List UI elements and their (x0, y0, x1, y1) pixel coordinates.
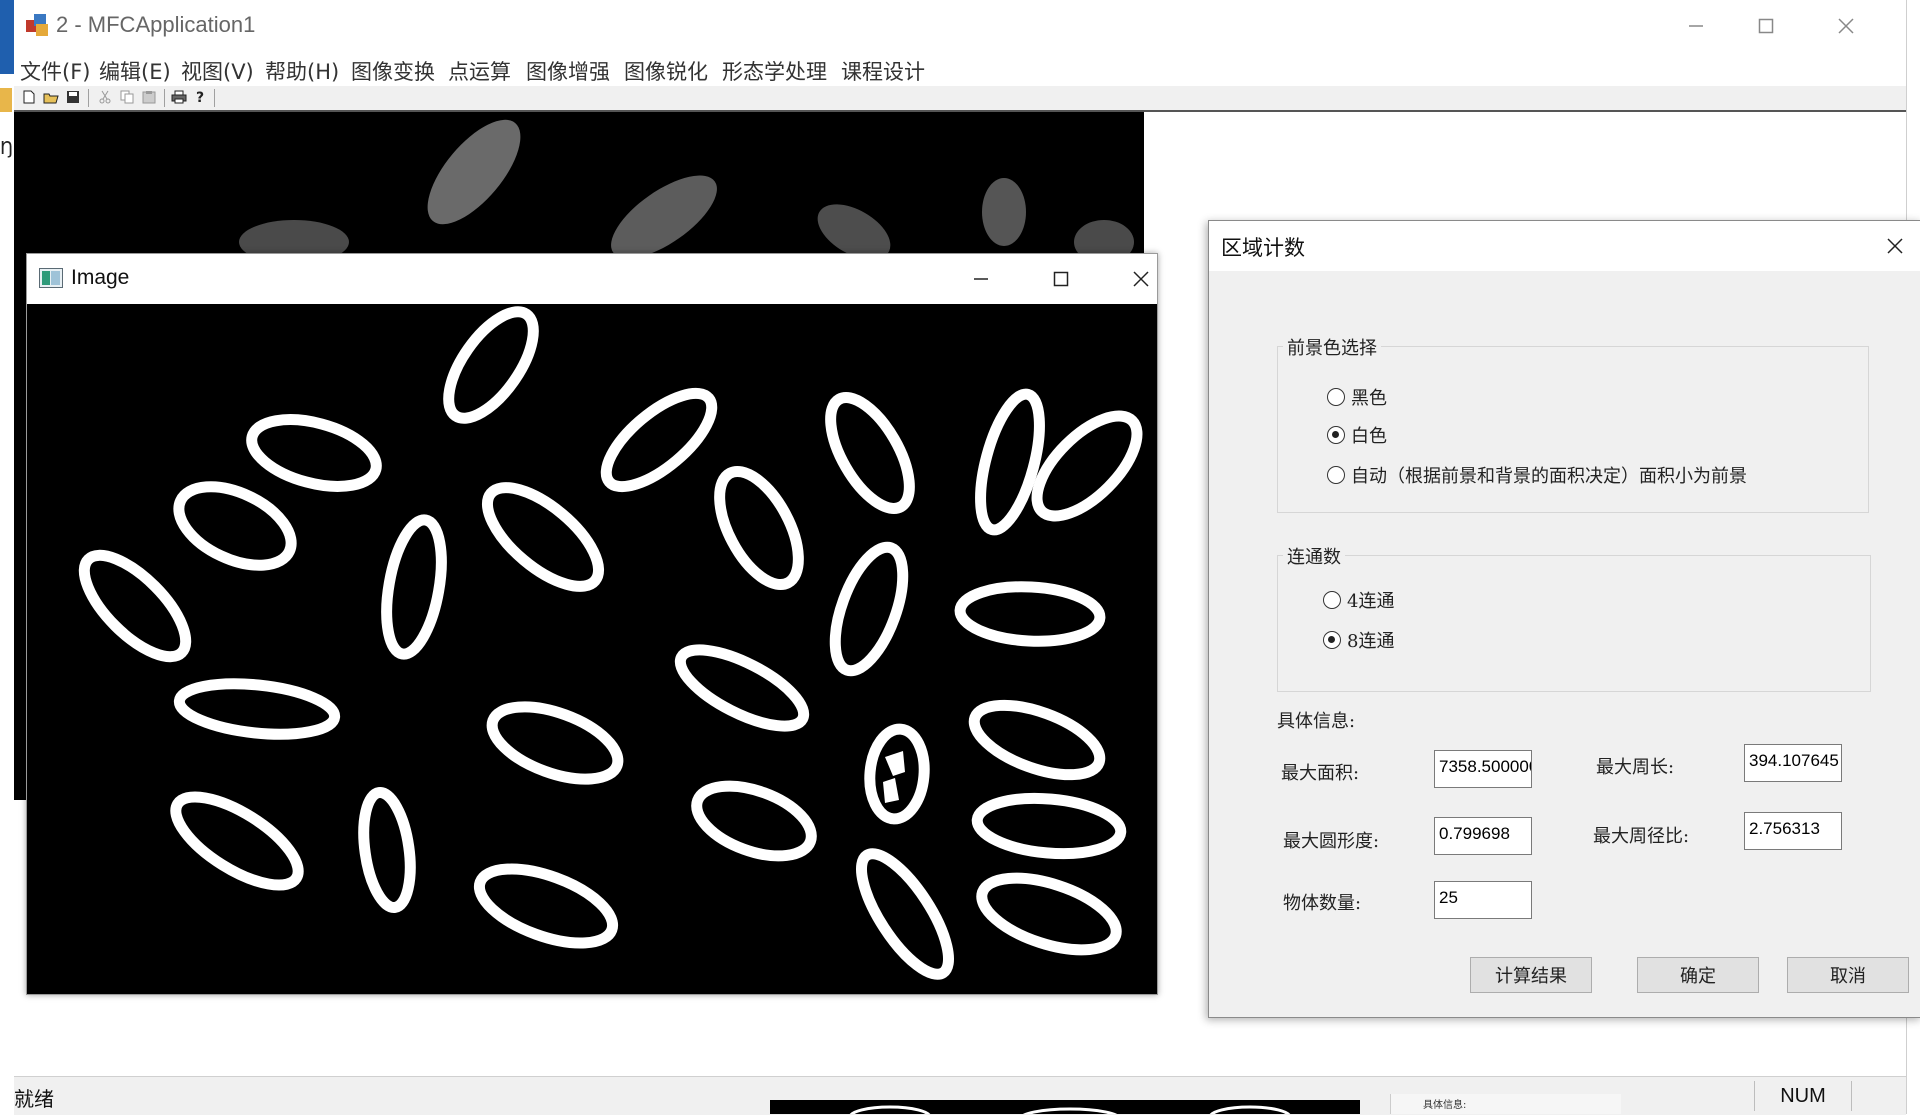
max-perimeter-ratio-field[interactable]: 2.756313 (1744, 812, 1842, 850)
background-dialog-preview: 具体信息: (1390, 1094, 1621, 1114)
window-title: 2 - MFCApplication1 (56, 12, 256, 37)
radio-button[interactable] (1323, 591, 1341, 609)
toolbar: ? (14, 86, 1906, 112)
menu-course-design[interactable]: 课程设计 (841, 56, 925, 86)
radio-button-selected[interactable] (1327, 426, 1345, 444)
menu-image-transform[interactable]: 图像变换 (351, 56, 435, 86)
desktop-edge-text: Ŋ (0, 138, 14, 159)
radio-button[interactable] (1327, 466, 1345, 484)
menu-view[interactable]: 视图(V) (181, 56, 254, 86)
radio-auto-label: 自动（根据前景和背景的面积决定）面积小为前景 (1351, 466, 1747, 487)
app-icon (26, 14, 48, 36)
toolbar-separator (164, 89, 165, 107)
image-window: Image (26, 253, 1158, 995)
save-icon[interactable] (64, 88, 82, 106)
toolbar-separator (88, 89, 89, 107)
max-perimeter-ratio-label: 最大周径比: (1593, 826, 1690, 847)
radio-8-connected[interactable]: 8连通 (1323, 627, 1394, 653)
radio-auto[interactable]: 自动（根据前景和背景的面积决定）面积小为前景 (1327, 462, 1747, 488)
radio-4-connected[interactable]: 4连通 (1323, 587, 1394, 613)
svg-text:?: ? (196, 90, 204, 105)
max-perimeter-label: 最大周长: (1596, 757, 1675, 778)
dialog-close-button[interactable] (1873, 229, 1917, 263)
paste-icon[interactable] (140, 88, 158, 106)
menu-edit[interactable]: 编辑(E) (99, 56, 171, 86)
dialog-title-bar: 区域计数 (1209, 221, 1920, 271)
minimize-icon (1689, 25, 1703, 27)
close-button[interactable] (1816, 6, 1876, 46)
menu-morphology[interactable]: 形态学处理 (722, 56, 827, 86)
menu-file[interactable]: 文件(F) (20, 56, 90, 86)
menu-image-sharpen[interactable]: 图像锐化 (624, 56, 708, 86)
object-count-label: 物体数量: (1283, 893, 1362, 914)
rice-contours-image (78, 306, 1143, 980)
image-window-title: Image (71, 266, 130, 289)
close-icon (1133, 271, 1149, 287)
connectivity-groupbox (1277, 555, 1871, 692)
max-area-label: 最大面积: (1281, 763, 1360, 784)
radio-white[interactable]: 白色 (1327, 422, 1387, 448)
menu-image-enhance[interactable]: 图像增强 (526, 56, 610, 86)
info-label: 具体信息: (1277, 711, 1356, 732)
background-dialog-preview-text: 具体信息: (1423, 1100, 1467, 1111)
menu-help[interactable]: 帮助(H) (265, 56, 339, 86)
connectivity-group-label: 连通数 (1283, 543, 1345, 569)
radio-4-connected-label: 4连通 (1347, 591, 1395, 612)
copy-icon[interactable] (118, 88, 136, 106)
maximize-icon (1053, 271, 1069, 287)
radio-button[interactable] (1327, 388, 1345, 406)
image-window-title-bar: Image (27, 254, 1157, 304)
close-icon (1838, 18, 1854, 34)
status-text: 就绪 (14, 1087, 54, 1111)
max-circularity-field[interactable]: 0.799698 (1434, 817, 1532, 855)
max-circularity-label: 最大圆形度: (1283, 831, 1380, 852)
radio-black[interactable]: 黑色 (1327, 384, 1387, 410)
new-icon[interactable] (20, 88, 38, 106)
ok-button[interactable]: 确定 (1637, 957, 1759, 993)
cancel-button[interactable]: 取消 (1787, 957, 1909, 993)
menu-point-operation[interactable]: 点运算 (448, 56, 511, 86)
image-close-button[interactable] (1111, 260, 1171, 298)
folder-icon (0, 88, 12, 112)
cut-icon[interactable] (96, 88, 114, 106)
radio-black-label: 黑色 (1351, 388, 1387, 409)
open-icon[interactable] (42, 88, 60, 106)
contour-image-canvas (27, 304, 1157, 994)
image-window-icon (39, 268, 63, 288)
desktop-left-edge: Ŋ (0, 0, 14, 1114)
region-count-dialog: 区域计数 前景色选择 黑色 白色 自动（根据前景和背景的面积决定）面积小为前景 … (1208, 220, 1920, 1018)
max-area-field[interactable]: 7358.500000 (1434, 750, 1532, 788)
print-icon[interactable] (170, 88, 188, 106)
image-minimize-button[interactable] (951, 260, 1011, 298)
max-perimeter-field[interactable]: 394.107645 (1744, 744, 1842, 782)
menu-bar: 文件(F) 编辑(E) 视图(V) 帮助(H) 图像变换 点运算 图像增强 图像… (14, 52, 1906, 86)
minimize-icon (974, 278, 988, 280)
toolbar-separator (214, 89, 215, 107)
foreground-group-label: 前景色选择 (1283, 334, 1381, 360)
radio-button-selected[interactable] (1323, 631, 1341, 649)
dialog-title: 区域计数 (1221, 236, 1305, 260)
object-count-field[interactable]: 25 (1434, 881, 1532, 919)
radio-white-label: 白色 (1351, 426, 1387, 447)
close-icon (1887, 238, 1903, 254)
image-maximize-button[interactable] (1031, 260, 1091, 298)
title-bar: 2 - MFCApplication1 (14, 0, 1906, 52)
help-icon[interactable]: ? (192, 88, 210, 106)
compute-button[interactable]: 计算结果 (1470, 957, 1592, 993)
maximize-button[interactable] (1736, 6, 1796, 46)
background-window-preview (770, 1100, 1360, 1114)
maximize-icon (1758, 18, 1774, 34)
num-lock-indicator: NUM (1754, 1081, 1852, 1111)
radio-8-connected-label: 8连通 (1347, 631, 1395, 652)
desktop-window-edge (0, 0, 14, 74)
minimize-button[interactable] (1666, 6, 1726, 46)
